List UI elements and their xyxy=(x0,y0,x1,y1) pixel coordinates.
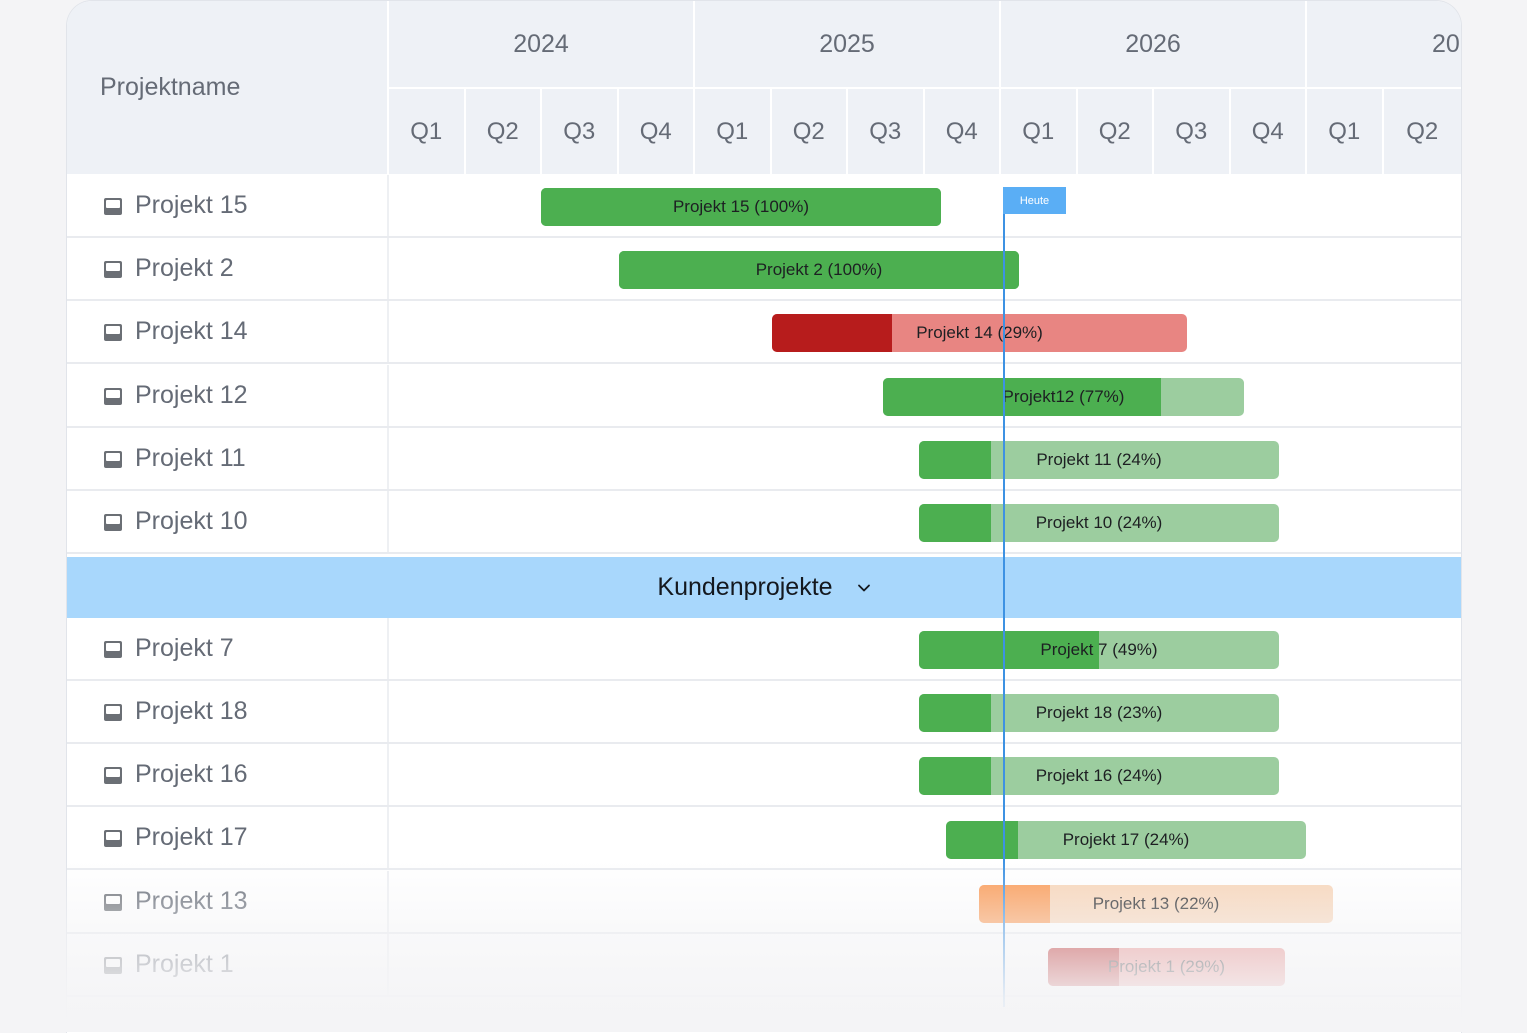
name-column-label: Projektname xyxy=(100,73,241,101)
project-name: Projekt 2 xyxy=(135,254,234,282)
inbox-icon xyxy=(104,198,122,215)
name-column-header[interactable]: Projektname xyxy=(67,1,389,174)
quarter-header: Q2 xyxy=(466,89,542,174)
inbox-icon xyxy=(104,767,122,784)
bar-label: Projekt 14 (29%) xyxy=(916,323,1043,342)
project-row[interactable]: Projekt 14 Projekt 14 (29%) xyxy=(67,301,1461,364)
quarter-header: Q3 xyxy=(1154,89,1231,174)
bar-label: Projekt 10 (24%) xyxy=(1035,513,1163,532)
bar-label: Projekt 17 (24%) xyxy=(1062,830,1190,849)
chevron-down-icon[interactable] xyxy=(857,581,871,595)
project-row[interactable]: Projekt 2 Projekt 2 (100%) xyxy=(67,238,1461,301)
project-bar[interactable]: Projekt 16 (24%) xyxy=(919,757,1279,795)
project-name: Projekt 17 xyxy=(135,823,248,851)
inbox-icon xyxy=(104,704,122,721)
project-name: Projekt 12 xyxy=(135,381,248,409)
year-header: 20 xyxy=(1432,29,1460,58)
bar-label: Projekt 2 (100%) xyxy=(755,260,883,279)
quarter-header: Q1 xyxy=(695,89,772,174)
project-row[interactable]: Projekt 10 Projekt 10 (24%) xyxy=(67,491,1461,554)
inbox-icon xyxy=(104,957,122,974)
timeline-header: Projektname 2024 2025 2026 20 Q1 Q2 Q3 Q… xyxy=(67,1,1461,174)
project-name-cell[interactable]: Projekt 16 xyxy=(67,744,389,805)
today-line xyxy=(1003,187,1005,1007)
gantt-chart: Projektname 2024 2025 2026 20 Q1 Q2 Q3 Q… xyxy=(66,0,1462,1033)
project-name-cell[interactable]: Projekt 18 xyxy=(67,681,389,742)
project-name-cell[interactable]: Projekt 17 xyxy=(67,807,389,868)
quarter-header: Q1 xyxy=(1307,89,1384,174)
project-bar[interactable]: Projekt 1 (29%) xyxy=(1048,948,1285,986)
quarter-header: Q4 xyxy=(1231,89,1307,174)
inbox-icon xyxy=(104,451,122,468)
project-name: Projekt 18 xyxy=(135,697,248,725)
project-name: Projekt 15 xyxy=(135,191,248,219)
project-name: Projekt 11 xyxy=(135,444,246,472)
project-name-cell[interactable]: Projekt 13 xyxy=(67,871,389,932)
project-bar[interactable]: Projekt 17 (24%) xyxy=(946,821,1306,859)
bar-label: Projekt 7 (49%) xyxy=(1040,640,1158,659)
project-name-cell[interactable]: Projekt 11 xyxy=(67,428,389,489)
quarter-header: Q1 xyxy=(1001,89,1078,174)
project-name-cell[interactable]: Projekt 12 xyxy=(67,365,389,426)
inbox-icon xyxy=(104,324,122,341)
today-marker[interactable]: Heute xyxy=(1003,187,1066,214)
project-name: Projekt 13 xyxy=(135,887,248,915)
project-bar[interactable]: Projekt12 (77%) xyxy=(883,378,1244,416)
project-name-cell[interactable]: Projekt 14 xyxy=(67,301,389,362)
bar-label: Projekt 16 (24%) xyxy=(1035,766,1163,785)
project-bar[interactable]: Projekt 18 (23%) xyxy=(919,694,1279,732)
project-name: Projekt 14 xyxy=(135,317,248,345)
project-row[interactable]: Projekt 12 Projekt12 (77%) xyxy=(67,365,1461,428)
bar-label: Projekt 15 (100%) xyxy=(672,197,810,216)
quarter-header: Q3 xyxy=(542,89,619,174)
project-bar[interactable]: Projekt 7 (49%) xyxy=(919,631,1279,669)
inbox-icon xyxy=(104,830,122,847)
year-header: 2026 xyxy=(1001,1,1307,87)
project-row[interactable]: Projekt 17 Projekt 17 (24%) xyxy=(67,807,1461,870)
inbox-icon xyxy=(104,641,122,658)
inbox-icon xyxy=(104,261,122,278)
project-bar[interactable]: Projekt 11 (24%) xyxy=(919,441,1279,479)
project-name: Projekt 1 xyxy=(135,950,234,978)
quarter-header: Q4 xyxy=(619,89,695,174)
group-label: Kundenprojekte xyxy=(657,573,833,601)
year-header: 2025 xyxy=(695,1,1001,87)
project-row[interactable]: Projekt 13 Projekt 13 (22%) xyxy=(67,871,1461,934)
bar-label: Projekt 1 (29%) xyxy=(1107,957,1226,976)
quarter-header: Q2 xyxy=(772,89,848,174)
group-header-kundenprojekte[interactable]: Kundenprojekte xyxy=(67,557,1461,618)
bar-label: Projekt 18 (23%) xyxy=(1035,703,1163,722)
project-bar[interactable]: Projekt 14 (29%) xyxy=(772,314,1187,352)
project-row[interactable]: Projekt 11 Projekt 11 (24%) xyxy=(67,428,1461,491)
project-row[interactable]: Projekt 16 Projekt 16 (24%) xyxy=(67,744,1461,807)
project-name-cell[interactable]: Projekt 1 xyxy=(67,934,389,995)
project-name: Projekt 7 xyxy=(135,634,234,662)
quarter-header: Q1 xyxy=(389,89,466,174)
project-bar[interactable]: Projekt 15 (100%) xyxy=(541,188,941,226)
year-header: 2024 xyxy=(389,1,695,87)
quarter-header: Q2 xyxy=(1406,117,1439,145)
quarter-header: Q2 xyxy=(1078,89,1154,174)
project-bar[interactable]: Projekt 2 (100%) xyxy=(619,251,1019,289)
quarter-header: Q3 xyxy=(848,89,925,174)
project-row[interactable]: Projekt 15 Projekt 15 (100%) xyxy=(67,175,1461,238)
bar-label: Projekt 13 (22%) xyxy=(1092,894,1220,913)
inbox-icon xyxy=(104,514,122,531)
project-bar[interactable]: Projekt 10 (24%) xyxy=(919,504,1279,542)
quarter-header: Q4 xyxy=(925,89,1001,174)
inbox-icon xyxy=(104,388,122,405)
project-row[interactable]: Projekt 18 Projekt 18 (23%) xyxy=(67,681,1461,744)
project-row[interactable]: Projekt 7 Projekt 7 (49%) xyxy=(67,618,1461,681)
bar-label: Projekt12 (77%) xyxy=(1002,387,1125,406)
project-name-cell[interactable]: Projekt 15 xyxy=(67,175,389,236)
project-name-cell[interactable]: Projekt 7 xyxy=(67,618,389,679)
project-bar[interactable]: Projekt 13 (22%) xyxy=(979,885,1333,923)
project-name: Projekt 16 xyxy=(135,760,248,788)
project-name-cell[interactable]: Projekt 10 xyxy=(67,491,389,552)
inbox-icon xyxy=(104,894,122,911)
project-row[interactable]: Projekt 1 Projekt 1 (29%) xyxy=(67,934,1461,997)
project-name: Projekt 10 xyxy=(135,507,248,535)
project-name-cell[interactable]: Projekt 2 xyxy=(67,238,389,299)
bar-label: Projekt 11 (24%) xyxy=(1036,450,1162,469)
